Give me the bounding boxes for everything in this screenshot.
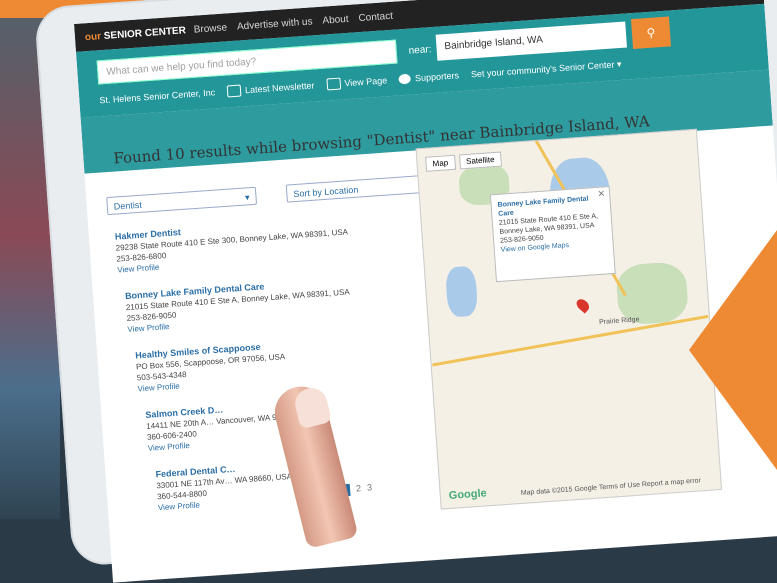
site-logo[interactable]: our SENIOR CENTER [85,25,187,43]
supporters-label: Supporters [414,70,460,84]
orange-banner-right [689,230,777,470]
sort-select[interactable]: Sort by Location▾ [285,174,437,203]
tablet-screen: our SENIOR CENTER Browse Advertise with … [74,0,777,583]
monitor-icon [326,77,341,91]
map-footer: Map data ©2015 Google Terms of Use Repor… [520,477,702,497]
nav-about[interactable]: About [322,13,349,26]
page-3[interactable]: 3 [367,482,373,494]
newsletter-button[interactable]: Latest Newsletter [226,79,315,98]
newsletter-icon [226,84,242,98]
supporters-button[interactable]: Supporters [398,70,460,85]
people-icon [398,73,412,85]
map-info-popup: ✕ Bonney Lake Family Dental Care 21015 S… [489,186,616,283]
close-icon[interactable]: ✕ [597,188,605,199]
sort-select-value: Sort by Location [293,184,359,200]
logo-main: SENIOR CENTER [103,24,187,42]
center-name: St. Helens Senior Center, Inc [99,87,216,106]
nav-contact[interactable]: Contact [358,10,393,23]
near-label: near: [408,44,432,57]
list-item: Bonney Lake Family Dental Care 21015 Sta… [125,272,401,335]
search-button[interactable]: ⚲ [631,16,672,50]
search-icon: ⚲ [646,25,656,41]
category-select-value: Dentist [113,199,143,212]
logo-prefix: our [84,30,102,43]
tab-satellite[interactable]: Satellite [458,151,503,170]
place-label: Prairie Ridge [598,316,640,327]
map-water [444,265,479,318]
chevron-down-icon: ▾ [244,192,250,203]
view-page-button[interactable]: View Page [326,74,388,91]
location-input[interactable]: Bainbridge Island, WA [435,21,627,61]
list-item: Healthy Smiles of Scappoose PO Box 556, … [135,332,405,395]
nav-advertise[interactable]: Advertise with us [237,16,313,32]
google-logo: Google [448,487,488,502]
newsletter-label: Latest Newsletter [244,80,315,96]
list-item: Federal Dental C… 33001 NE 117th Av… WA … [155,452,413,514]
page-2[interactable]: 2 [356,483,362,495]
list-item: Hakmer Dentist 29238 State Route 410 E S… [115,212,397,275]
map-pin-icon[interactable] [574,296,592,314]
map-panel[interactable]: Map Satellite ✕ Bonney Lake Family Denta… [415,128,723,510]
category-select[interactable]: Dentist ▾ [106,186,258,216]
view-page-label: View Page [344,75,388,89]
map-road [432,314,709,367]
select-senior-center-dropdown[interactable]: Set your community's Senior Center ▾ [471,58,622,79]
filters: Dentist ▾ Sort by Location▾ [106,174,437,216]
tab-map[interactable]: Map [425,154,456,172]
nav-browse[interactable]: Browse [193,22,227,35]
